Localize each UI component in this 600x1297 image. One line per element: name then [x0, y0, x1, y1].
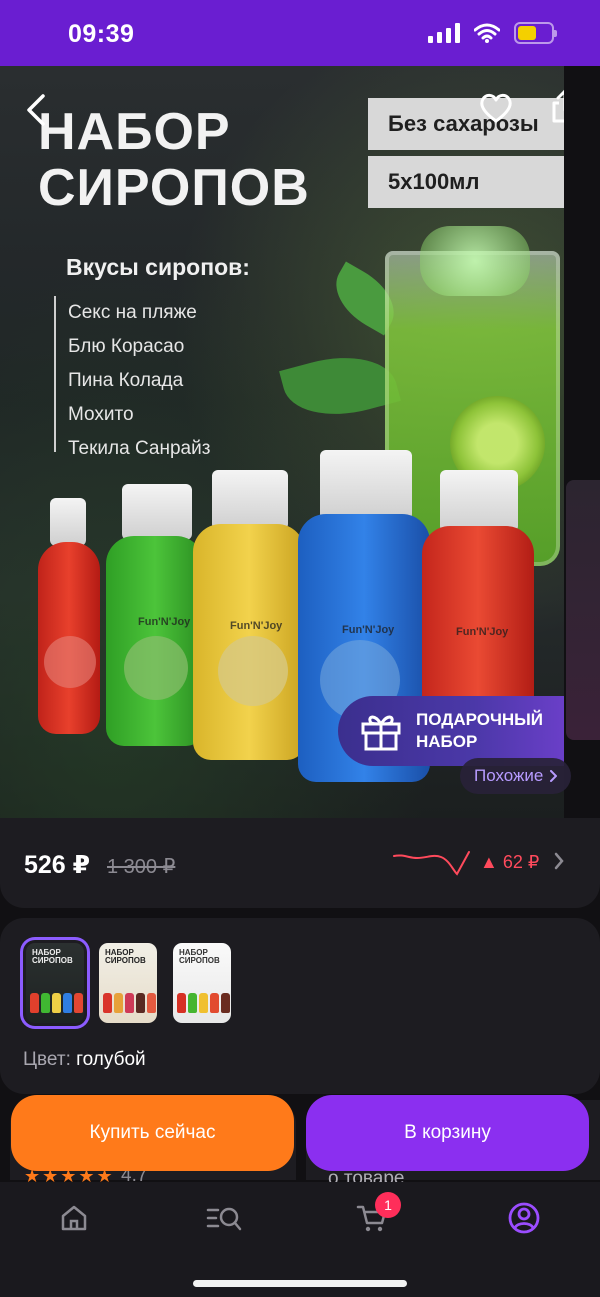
profile-icon: [508, 1202, 540, 1234]
home-icon: [61, 1205, 87, 1231]
old-price: 1 300 ₽: [107, 856, 176, 878]
gift-line2: НАБОР: [416, 732, 478, 751]
next-image-peek[interactable]: [566, 480, 600, 740]
bottle-brand: Fun'N'Joy: [138, 616, 191, 628]
tag-no-sugar: Без сахарозы: [368, 98, 564, 150]
tab-catalog[interactable]: [194, 1196, 254, 1240]
chevron-right-icon: [550, 770, 558, 782]
thumb-title: НАБОР СИРОПОВ: [32, 948, 73, 965]
share-button[interactable]: [546, 86, 564, 126]
signal-icon: [428, 23, 460, 43]
flavors-list: Секс на пляже Блю Корасао Пина Колада Мо…: [54, 296, 210, 459]
bottle-label: [124, 636, 188, 700]
thumb-title: НАБОР СИРОПОВ: [105, 948, 146, 965]
mint-leaf: [279, 342, 401, 430]
catalog-search-icon: [206, 1207, 242, 1231]
gift-line1: ПОДАРОЧНЫЙ: [416, 710, 544, 729]
tag-volume: 5х100мл: [368, 156, 564, 208]
flavor-item: Текила Санрайз: [68, 438, 211, 459]
bottle-label: [44, 636, 96, 688]
variant-thumb[interactable]: НАБОР СИРОПОВ: [96, 940, 160, 1026]
bottle-brand: Fun'N'Joy: [456, 626, 509, 638]
color-selection: Цвет: голубой: [23, 1049, 146, 1071]
battery-icon: [514, 22, 557, 44]
variant-card: НАБОР СИРОПОВ НАБОР СИРОПОВ НАБОР СИРОПО…: [0, 918, 600, 1094]
home-indicator: [193, 1280, 407, 1287]
favorite-button[interactable]: [474, 88, 518, 128]
variant-thumb-selected[interactable]: НАБОР СИРОПОВ: [23, 940, 87, 1026]
price-trend-graph: [393, 851, 470, 876]
hero-title-line1: НАБОР: [38, 103, 231, 161]
flavor-item: Пина Колада: [68, 370, 184, 391]
share-icon: [552, 89, 564, 123]
similar-products-button[interactable]: Похожие: [460, 758, 572, 794]
current-price: 526 ₽: [24, 851, 91, 879]
price-card[interactable]: 526 ₽ 1 300 ₽ ▲ 62 ₽: [0, 818, 600, 908]
bottle-cap: [50, 498, 86, 546]
bottle-cap: [440, 470, 518, 532]
status-time: 09:39: [68, 20, 135, 48]
status-icons: [428, 22, 557, 44]
tab-home[interactable]: [44, 1196, 104, 1240]
color-value: голубой: [76, 1049, 146, 1070]
flavor-item: Блю Корасао: [68, 336, 185, 357]
gift-set-label: ПОДАРОЧНЫЙ НАБОР: [416, 709, 543, 753]
buy-now-button[interactable]: Купить сейчас: [11, 1095, 294, 1171]
back-button[interactable]: [18, 90, 54, 130]
flavor-item: Секс на пляже: [68, 302, 197, 323]
bottle-label: [218, 636, 288, 706]
price-change: ▲ 62 ₽: [480, 852, 540, 872]
color-label: Цвет:: [23, 1049, 71, 1070]
gift-icon: [361, 715, 401, 751]
chevron-right-icon[interactable]: [553, 851, 565, 871]
heart-icon: [480, 93, 512, 123]
bottle-cap: [122, 484, 192, 540]
thumb-title: НАБОР СИРОПОВ: [179, 948, 220, 965]
hero-title-line2: СИРОПОВ: [38, 159, 310, 217]
add-to-cart-button[interactable]: В корзину: [306, 1095, 589, 1171]
ice-cubes: [420, 226, 530, 296]
bottle-brand: Fun'N'Joy: [230, 620, 283, 632]
back-arrow-icon: [27, 94, 45, 126]
flavors-title: Вкусы сиропов:: [66, 254, 250, 280]
product-image[interactable]: НАБОР СИРОПОВ Без сахарозы 5х100мл Вкусы…: [0, 66, 564, 818]
status-bar: 09:39: [0, 0, 600, 66]
flavor-item: Мохито: [68, 404, 134, 425]
cart-count-badge: 1: [375, 1192, 401, 1218]
tab-profile[interactable]: [494, 1196, 554, 1240]
variant-thumb[interactable]: НАБОР СИРОПОВ: [170, 940, 234, 1026]
gift-set-badge: ПОДАРОЧНЫЙ НАБОР: [338, 696, 564, 766]
bottle-cap: [320, 450, 412, 520]
tab-bar: 1: [0, 1182, 600, 1297]
bottle-cap: [212, 470, 288, 530]
wifi-icon: [474, 23, 500, 43]
similar-label: Похожие: [474, 766, 544, 785]
bottle-brand: Fun'N'Joy: [342, 624, 395, 636]
